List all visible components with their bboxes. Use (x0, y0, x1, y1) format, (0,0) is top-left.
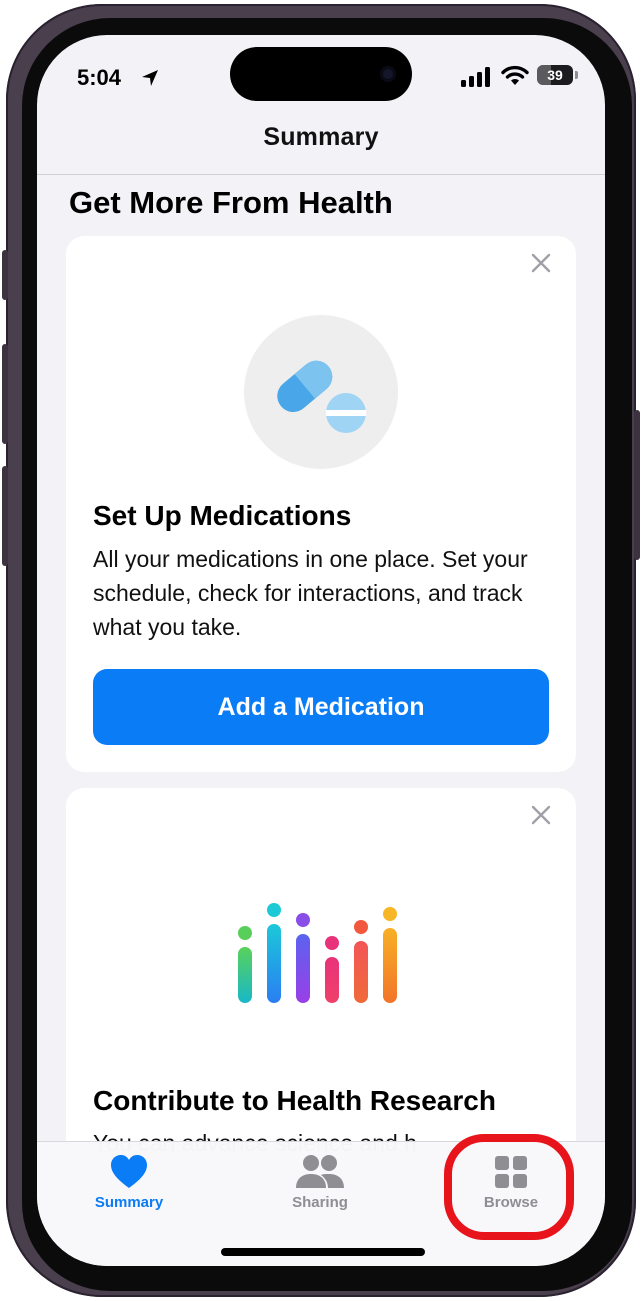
pill-capsule-icon (277, 360, 366, 433)
power-button (634, 410, 640, 560)
volume-up-button (2, 344, 8, 444)
medications-description: All your medications in one place. Set y… (93, 546, 528, 640)
screen: 5:04 39 Summary Get More From Health Set… (37, 35, 605, 1266)
nav-divider (37, 174, 605, 175)
browse-highlight-annotation (444, 1134, 574, 1240)
tab-sharing-label: Sharing (292, 1194, 348, 1211)
health-research-logo-icon (238, 903, 397, 1003)
status-time: 5:04 (77, 65, 122, 90)
tab-summary-label: Summary (94, 1194, 164, 1211)
wifi-icon (501, 65, 529, 85)
action-button (2, 250, 8, 300)
battery-icon: 39 (537, 65, 578, 85)
location-arrow-icon (142, 70, 158, 86)
research-title: Contribute to Health Research (93, 1085, 496, 1116)
heart-icon (111, 1155, 147, 1188)
tab-sharing[interactable]: Sharing (260, 1154, 380, 1211)
section-title: Get More From Health (69, 185, 393, 220)
page-title: Summary (263, 123, 379, 151)
volume-down-button (2, 466, 8, 566)
medications-card[interactable]: Set Up Medications All your medications … (66, 236, 576, 772)
close-icon[interactable] (530, 804, 552, 826)
cellular-signal-icon (461, 67, 490, 87)
medication-icon-circle (244, 315, 398, 469)
medications-title: Set Up Medications (93, 500, 352, 531)
close-icon[interactable] (530, 252, 552, 274)
add-medication-button[interactable]: Add a Medication (93, 669, 549, 745)
people-icon (296, 1155, 344, 1188)
dynamic-island (230, 47, 412, 101)
tab-summary[interactable]: Summary (69, 1154, 189, 1211)
battery-percent: 39 (547, 67, 563, 83)
camera-icon (380, 66, 396, 82)
home-indicator[interactable] (221, 1248, 425, 1256)
